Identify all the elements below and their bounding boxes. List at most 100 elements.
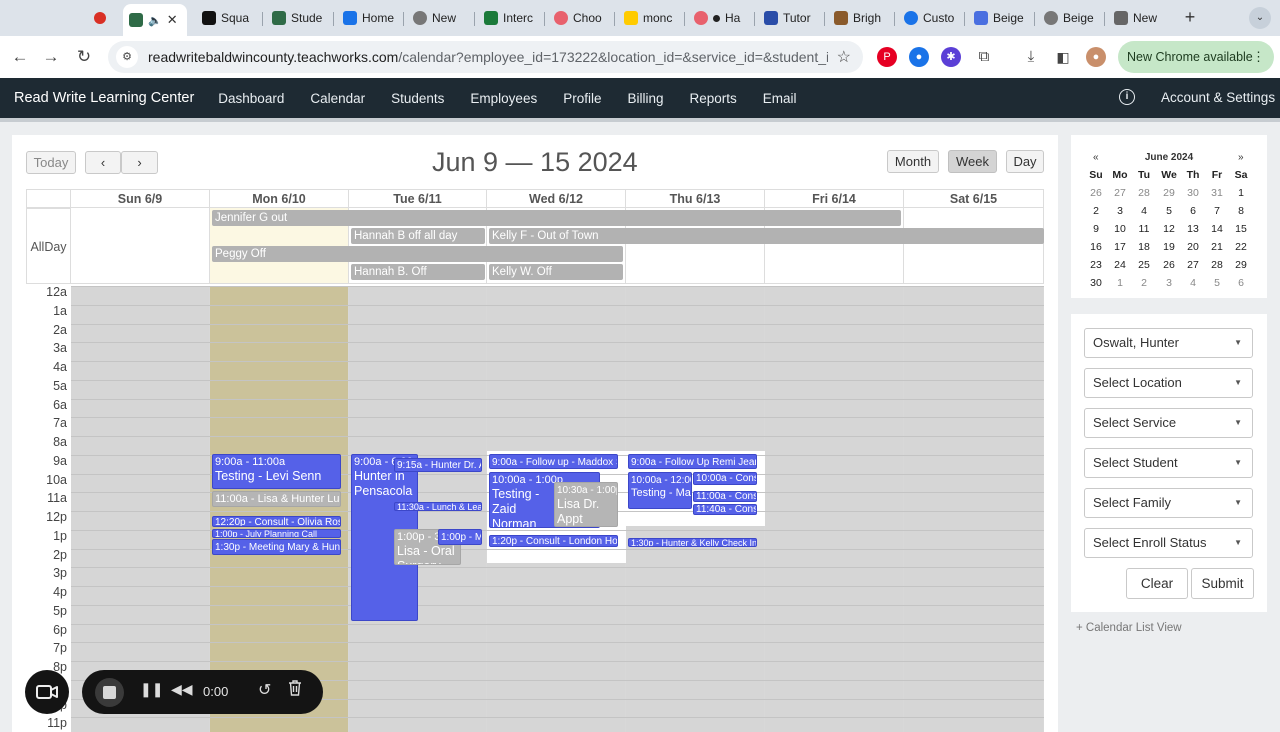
day-header[interactable]: Sun 6/9 <box>71 189 210 208</box>
event-block[interactable]: 10:00a - Consult <box>693 472 757 485</box>
mini-calendar-day[interactable]: 23 <box>1084 259 1108 271</box>
mini-calendar-day[interactable]: 22 <box>1229 241 1253 253</box>
stop-recording-button[interactable] <box>95 678 124 707</box>
tab-square[interactable]: Squa <box>196 6 258 30</box>
mini-calendar-day[interactable]: 26 <box>1157 259 1181 271</box>
nav-reports[interactable]: Reports <box>690 91 737 106</box>
address-bar[interactable]: ⚙ readwritebaldwincounty.teachworks.com/… <box>108 41 863 73</box>
day-column-today[interactable] <box>210 286 349 732</box>
mini-calendar-day[interactable]: 6 <box>1181 205 1205 217</box>
mini-calendar-day[interactable]: 19 <box>1157 241 1181 253</box>
mini-calendar-day[interactable]: 2 <box>1084 205 1108 217</box>
location-select[interactable]: Select Location ▼ <box>1084 368 1253 398</box>
nav-calendar[interactable]: Calendar <box>310 91 365 106</box>
close-tab-icon[interactable]: ✕ <box>167 12 178 28</box>
mini-calendar-day[interactable]: 14 <box>1205 223 1229 235</box>
tab-new[interactable]: New <box>407 6 469 30</box>
mini-calendar-day[interactable]: 21 <box>1205 241 1229 253</box>
new-tab-button[interactable]: + <box>1180 7 1200 27</box>
tab-students[interactable]: Stude <box>266 6 328 30</box>
allday-event[interactable]: Hannah B off all day <box>351 228 485 244</box>
prev-week-button[interactable]: ‹ <box>85 151 121 174</box>
info-icon[interactable]: i <box>1119 89 1135 105</box>
mini-calendar-day[interactable]: 27 <box>1181 259 1205 271</box>
allday-event[interactable]: Hannah B. Off <box>351 264 485 280</box>
reload-icon[interactable]: ↻ <box>72 45 96 69</box>
mini-calendar-day[interactable]: 4 <box>1132 205 1156 217</box>
allday-cell[interactable] <box>904 208 1044 284</box>
mini-calendar-day[interactable]: 28 <box>1205 259 1229 271</box>
allday-event[interactable]: Kelly F - Out of Town <box>489 228 1044 244</box>
bookmark-star-icon[interactable]: ☆ <box>837 47 851 67</box>
mini-calendar-day[interactable]: 26 <box>1084 187 1108 199</box>
event-block[interactable]: 9:00a - Follow Up Remi Jean Claude <box>628 454 757 469</box>
mini-calendar-day[interactable]: 12 <box>1157 223 1181 235</box>
event-block[interactable]: 1:30p - Hunter & Kelly Check In <box>628 538 757 547</box>
pinterest-icon[interactable]: P <box>877 47 897 67</box>
event-block[interactable]: 9:00a - Follow up - Maddox Sullivan <box>489 454 618 469</box>
trash-icon[interactable] <box>288 680 302 699</box>
mini-calendar-day[interactable]: 20 <box>1181 241 1205 253</box>
mini-calendar-day[interactable]: 30 <box>1084 277 1108 289</box>
tab-teachworks-active[interactable]: 🔈 ✕ <box>123 4 187 36</box>
event-block[interactable]: 1:00p - Meeting <box>438 529 482 545</box>
restart-icon[interactable]: ↺ <box>258 680 271 700</box>
event-block[interactable]: 11:40a - Consult <box>693 504 757 515</box>
mini-calendar-day[interactable]: 28 <box>1132 187 1156 199</box>
day-header[interactable]: Sat 6/15 <box>904 189 1044 208</box>
nav-students[interactable]: Students <box>391 91 444 106</box>
event-block[interactable]: 9:15a - Hunter Dr. Appt <box>394 458 482 472</box>
event-block[interactable]: 1:00p - July Planning Call <box>212 529 341 538</box>
today-button[interactable]: Today <box>26 151 76 174</box>
mini-calendar-day[interactable]: 5 <box>1205 277 1229 289</box>
tab-choose[interactable]: Choo <box>548 6 610 30</box>
mini-calendar-day[interactable]: 9 <box>1084 223 1108 235</box>
extension-icon[interactable]: ● <box>909 47 929 67</box>
mini-calendar-day[interactable]: 8 <box>1229 205 1253 217</box>
nav-billing[interactable]: Billing <box>627 91 663 106</box>
tab-home[interactable]: Home <box>337 6 399 30</box>
day-view-button[interactable]: Day <box>1006 150 1044 173</box>
mini-calendar-day[interactable]: 29 <box>1157 187 1181 199</box>
mini-calendar-day[interactable]: 30 <box>1181 187 1205 199</box>
clear-button[interactable]: Clear <box>1126 568 1188 599</box>
mini-calendar-day[interactable]: 16 <box>1084 241 1108 253</box>
allday-event[interactable]: Jennifer G out <box>212 210 901 226</box>
puzzle-icon[interactable]: ⧉ <box>974 47 994 67</box>
day-column[interactable] <box>71 286 210 732</box>
event-block[interactable]: 10:30a - 1:00p Lisa Dr. Appt <box>554 482 618 527</box>
extension-icon[interactable]: ✱ <box>941 47 961 67</box>
tab-new-mail[interactable]: New <box>1108 6 1170 30</box>
day-column[interactable] <box>904 286 1044 732</box>
new-chrome-button[interactable]: New Chrome available ⋮ <box>1118 41 1274 73</box>
month-view-button[interactable]: Month <box>887 150 939 173</box>
day-header[interactable]: Fri 6/14 <box>765 189 904 208</box>
service-select[interactable]: Select Service ▼ <box>1084 408 1253 438</box>
day-column[interactable] <box>765 286 904 732</box>
mini-calendar-day[interactable]: 2 <box>1132 277 1156 289</box>
mini-calendar-day[interactable]: 17 <box>1108 241 1132 253</box>
mini-calendar-day[interactable]: 3 <box>1157 277 1181 289</box>
nav-employees[interactable]: Employees <box>470 91 537 106</box>
mini-calendar-day[interactable]: 5 <box>1157 205 1181 217</box>
mini-calendar-day[interactable]: 15 <box>1229 223 1253 235</box>
download-icon[interactable]: ⤓ <box>1021 47 1041 67</box>
tab-beige-doc[interactable]: Beige <box>968 6 1030 30</box>
tab-beige[interactable]: Beige <box>1038 6 1100 30</box>
enroll-status-select[interactable]: Select Enroll Status ▼ <box>1084 528 1253 558</box>
rewind-icon[interactable]: ◀◀ <box>171 681 193 698</box>
event-block[interactable]: 11:30a - Lunch & Learn <box>394 502 482 511</box>
tab-monday[interactable]: monc <box>618 6 680 30</box>
mini-calendar-day[interactable]: 31 <box>1205 187 1229 199</box>
tab-bright[interactable]: Brigh <box>828 6 890 30</box>
nav-dashboard[interactable]: Dashboard <box>218 91 284 106</box>
next-week-button[interactable]: › <box>121 151 158 174</box>
site-settings-icon[interactable]: ⚙ <box>116 46 138 68</box>
event-block[interactable]: 11:00a - Lisa & Hunter Lunch <box>212 491 341 507</box>
tab-ha[interactable]: Ha <box>688 6 750 30</box>
url-text[interactable]: readwritebaldwincounty.teachworks.com/ca… <box>148 49 828 65</box>
event-block[interactable]: 1:20p - Consult - London Howze <box>489 535 618 547</box>
side-panel-icon[interactable]: ◧ <box>1053 47 1073 67</box>
tab-recording[interactable] <box>86 6 116 30</box>
allday-cell[interactable] <box>71 208 210 284</box>
